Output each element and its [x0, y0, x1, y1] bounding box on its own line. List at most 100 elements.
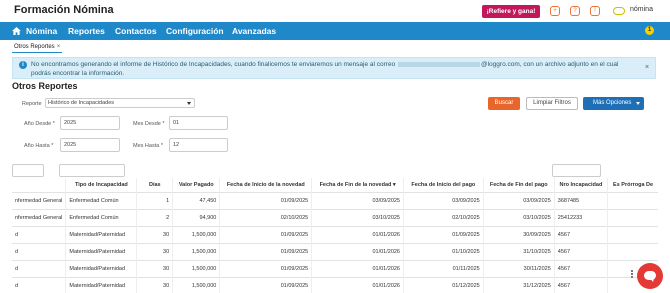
column-header[interactable]: Valor Pagado: [172, 178, 220, 192]
home-icon[interactable]: [12, 27, 21, 35]
table-row[interactable]: d Maternidad/Paternidad 30 1,500,000 01/09/2…: [12, 276, 658, 293]
column-filter-input[interactable]: [552, 164, 601, 177]
alert-icon[interactable]: !: [590, 6, 600, 16]
table-cell: 02/10/2025: [403, 208, 484, 226]
table-cell: 4567: [553, 242, 608, 260]
column-header[interactable]: Nro Incapacidad: [553, 178, 608, 192]
search-button[interactable]: Buscar: [488, 97, 520, 110]
column-header[interactable]: Días: [136, 178, 173, 192]
column-header[interactable]: Es Prórroga De: [607, 178, 658, 192]
table-cell: [607, 242, 658, 260]
column-header[interactable]: [12, 178, 66, 192]
column-filter-input[interactable]: [12, 164, 44, 177]
column-header[interactable]: Fecha de Inicio del pago: [403, 178, 484, 192]
column-header[interactable]: Fecha de Inicio de la novedad: [219, 178, 312, 192]
table-cell: 03/10/2025: [482, 208, 555, 226]
table-cell: 3687485: [553, 191, 608, 209]
refer-and-earn-button[interactable]: ¡Refiere y gana!: [482, 5, 540, 18]
help-icon[interactable]: ?: [570, 6, 580, 16]
anio-desde-input[interactable]: 2025: [60, 116, 120, 130]
table-cell: Enfermedad Común: [65, 191, 137, 209]
nav-item-nomina[interactable]: Nómina: [26, 26, 57, 36]
clear-filters-button[interactable]: Limpiar Filtros: [526, 97, 578, 110]
table-cell: 03/09/2025: [403, 191, 484, 209]
app-title: Formación Nómina: [14, 4, 114, 16]
column-filter-input[interactable]: [59, 164, 125, 177]
more-options-label: Más Opciones: [593, 100, 632, 106]
table-cell: 01/12/2025: [403, 276, 484, 293]
table-cell: 03/10/2025: [311, 208, 404, 226]
column-header-sorted[interactable]: Fecha de Fin de la novedad ▾: [311, 178, 404, 192]
table-cell: [607, 191, 658, 209]
mes-desde-input[interactable]: 01: [169, 116, 228, 130]
chat-support-button[interactable]: [637, 263, 663, 289]
table-cell: 94,900: [172, 208, 220, 226]
anio-hasta-input[interactable]: 2025: [60, 138, 120, 152]
column-header[interactable]: Tipo de Incapacidad: [65, 178, 137, 192]
user-name[interactable]: nómina: [630, 6, 653, 13]
redacted-email: [398, 61, 481, 67]
reporte-select[interactable]: Histórico de Incapacidades: [45, 98, 195, 108]
table-row[interactable]: d Maternidad/Paternidad 30 1,500,000 01/09/2…: [12, 242, 658, 260]
table-row[interactable]: d Maternidad/Paternidad 30 1,500,000 01/09/2…: [12, 225, 658, 243]
table-cell: d: [12, 242, 66, 260]
table-cell: 01/09/2025: [219, 276, 312, 293]
mes-hasta-label: Mes Hasta *: [133, 143, 163, 149]
table-cell: 01/01/2026: [311, 242, 404, 260]
column-header[interactable]: Fecha de Fin del pago: [482, 178, 555, 192]
top-bar: Formación Nómina ¡Refiere y gana! + ? ! …: [0, 0, 670, 22]
drag-handle-icon[interactable]: [631, 270, 635, 282]
table-cell: [607, 225, 658, 243]
table-cell: 1,500,000: [172, 242, 220, 260]
table-cell: 47,450: [172, 191, 220, 209]
nav-item-avanzadas[interactable]: Avanzadas: [232, 26, 276, 36]
reporte-selected-value: Histórico de Incapacidades: [48, 100, 115, 106]
alert-message: No encontramos generando el informe de H…: [31, 61, 619, 77]
table-row[interactable]: nfermedad General Enfermedad Común 2 94,900…: [12, 208, 658, 226]
table-cell: 31/12/2025: [482, 276, 555, 293]
table-cell: 4567: [553, 225, 608, 243]
table-cell: nfermedad General: [12, 208, 66, 226]
anio-hasta-label: Año Hasta *: [24, 143, 54, 149]
table-cell: 03/09/2025: [311, 191, 404, 209]
table-cell: 4567: [553, 259, 608, 277]
table-cell: 01/09/2025: [219, 225, 312, 243]
tab-otros-reportes[interactable]: Otros Reportes ×: [12, 43, 63, 53]
table-cell: 01/01/2026: [311, 276, 404, 293]
table-row[interactable]: nfermedad General Enfermedad Común 1 47,450…: [12, 191, 658, 209]
table-cell: 01/09/2025: [403, 225, 484, 243]
table-header-row: Tipo de Incapacidad Días Valor Pagado Fe…: [12, 178, 658, 192]
page-title: Otros Reportes: [12, 81, 78, 91]
table-cell: 2: [136, 208, 173, 226]
table-cell: 30: [136, 276, 173, 293]
table-cell: d: [12, 276, 66, 293]
table-cell: 30/11/2025: [482, 259, 555, 277]
more-options-button[interactable]: Más Opciones: [583, 97, 644, 110]
plus-icon[interactable]: +: [550, 6, 560, 16]
nav-item-reportes[interactable]: Reportes: [68, 26, 105, 36]
table-cell: 30/09/2025: [482, 225, 555, 243]
table-cell: 03/09/2025: [482, 191, 555, 209]
notification-badge[interactable]: 1: [645, 26, 654, 35]
table-cell: 1,500,000: [172, 276, 220, 293]
results-grid: Tipo de Incapacidad Días Valor Pagado Fe…: [12, 164, 658, 293]
close-icon[interactable]: ×: [645, 64, 649, 71]
nav-item-configuracion[interactable]: Configuración: [166, 26, 224, 36]
table-cell: 25412233: [553, 208, 608, 226]
table-row[interactable]: d Maternidad/Paternidad 30 1,500,000 01/09/2…: [12, 259, 658, 277]
nav-item-contactos[interactable]: Contactos: [115, 26, 157, 36]
tab-close-icon[interactable]: ×: [57, 44, 61, 50]
table-cell: nfermedad General: [12, 191, 66, 209]
table-cell: 1,500,000: [172, 259, 220, 277]
mes-hasta-input[interactable]: 12: [169, 138, 228, 152]
table-cell: 01/09/2025: [219, 242, 312, 260]
table-cell: 01/11/2025: [403, 259, 484, 277]
anio-desde-label: Año Desde *: [24, 121, 55, 127]
main-navbar: Nómina Reportes Contactos Configuración …: [0, 22, 670, 40]
tab-label: Otros Reportes: [14, 44, 55, 50]
table-cell: 30: [136, 225, 173, 243]
table-cell: [607, 208, 658, 226]
table-cell: 30: [136, 242, 173, 260]
user-avatar[interactable]: [613, 7, 625, 15]
chevron-down-icon: [636, 102, 640, 105]
